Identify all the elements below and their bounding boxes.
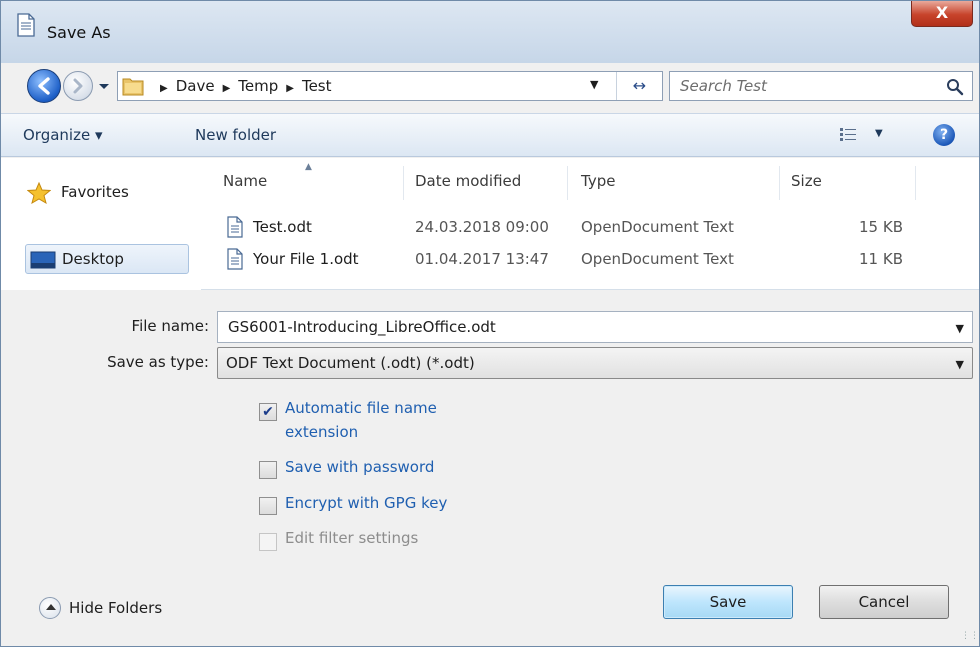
edit-filter-settings-label: Edit filter settings	[285, 529, 419, 547]
breadcrumb-item[interactable]: Test	[302, 77, 332, 95]
search-input[interactable]: Search Test	[680, 77, 767, 95]
document-icon	[227, 248, 243, 270]
hide-folders-label: Hide Folders	[69, 599, 163, 617]
folder-icon	[122, 78, 144, 96]
breadcrumb-separator-icon[interactable]: ▶	[160, 83, 168, 94]
file-date: 01.04.2017 13:47	[415, 250, 549, 268]
edit-filter-settings-checkbox	[259, 533, 277, 551]
resize-grip-icon[interactable]: ⋮⋮	[961, 631, 979, 641]
breadcrumb: ▶ Dave ▶ Temp ▶ Test	[152, 77, 332, 95]
column-header-date[interactable]: Date modified	[415, 172, 521, 190]
breadcrumb-item[interactable]: Dave	[176, 77, 215, 95]
save-with-password-checkbox[interactable]	[259, 461, 277, 479]
address-bar[interactable]: ▶ Dave ▶ Temp ▶ Test ▼ ↔	[117, 71, 663, 101]
nav-item-favorites[interactable]: Favorites	[25, 178, 189, 208]
refresh-icon: ↔	[632, 76, 647, 95]
chevron-down-icon[interactable]: ▼	[956, 322, 964, 335]
organize-button[interactable]: Organize ▾	[23, 126, 103, 144]
cancel-button[interactable]: Cancel	[819, 585, 949, 619]
encrypt-gpg-checkbox[interactable]	[259, 497, 277, 515]
table-row[interactable]: Test.odt 24.03.2018 09:00 OpenDocument T…	[201, 214, 979, 242]
file-type: OpenDocument Text	[581, 250, 734, 268]
nav-item-desktop[interactable]: Desktop	[25, 244, 189, 274]
sort-ascending-icon: ▲	[305, 162, 312, 172]
auto-extension-checkbox[interactable]: ✔	[259, 403, 277, 421]
star-icon	[27, 182, 51, 204]
file-type: OpenDocument Text	[581, 218, 734, 236]
view-options-chevron-icon[interactable]: ▼	[875, 128, 883, 139]
nav-item-label: Desktop	[62, 250, 124, 268]
help-icon[interactable]: ?	[933, 124, 955, 146]
address-dropdown-icon[interactable]: ▼	[590, 78, 598, 91]
auto-extension-label-continued[interactable]: extension	[285, 423, 358, 441]
breadcrumb-item[interactable]: Temp	[238, 77, 278, 95]
document-icon	[17, 13, 35, 37]
file-name-value[interactable]: GS6001-Introducing_LibreOffice.odt	[228, 318, 496, 336]
command-bar: Organize ▾ New folder ▼ ?	[1, 113, 979, 157]
title-bar: Save As X	[1, 1, 979, 63]
file-size: 15 KB	[859, 218, 903, 236]
forward-button[interactable]	[63, 71, 93, 101]
file-name: Test.odt	[253, 218, 312, 236]
window-title: Save As	[47, 23, 111, 42]
back-button[interactable]	[27, 69, 61, 103]
nav-item-label: Favorites	[61, 183, 129, 201]
chevron-down-icon[interactable]: ▼	[956, 358, 964, 371]
save-type-select[interactable]: ODF Text Document (.odt) (*.odt) ▼	[217, 347, 973, 379]
save-button[interactable]: Save	[663, 585, 793, 619]
file-name-label: File name:	[131, 317, 209, 335]
desktop-icon	[30, 251, 56, 269]
file-name: Your File 1.odt	[253, 250, 359, 268]
navigation-pane: Favorites Desktop	[1, 158, 201, 290]
file-date: 24.03.2018 09:00	[415, 218, 549, 236]
table-row[interactable]: Your File 1.odt 01.04.2017 13:47 OpenDoc…	[201, 246, 979, 274]
breadcrumb-separator-icon[interactable]: ▶	[223, 83, 231, 94]
back-arrow-icon	[38, 77, 50, 95]
file-name-field[interactable]: GS6001-Introducing_LibreOffice.odt ▼	[217, 311, 973, 343]
encrypt-gpg-label[interactable]: Encrypt with GPG key	[285, 494, 447, 512]
column-header-size[interactable]: Size	[791, 172, 822, 190]
close-button[interactable]: X	[911, 1, 973, 27]
close-icon: X	[935, 3, 949, 22]
column-header-name[interactable]: Name	[223, 172, 267, 190]
column-divider[interactable]	[403, 166, 404, 200]
file-list: ▲ Name Date modified Type Size Test.odt …	[201, 158, 979, 290]
auto-extension-label[interactable]: Automatic file name	[285, 399, 437, 417]
column-header-type[interactable]: Type	[581, 172, 615, 190]
chevron-up-icon	[39, 597, 61, 619]
refresh-button[interactable]: ↔	[616, 72, 662, 100]
recent-pages-chevron-icon[interactable]	[97, 75, 111, 97]
view-options-icon[interactable]	[839, 127, 857, 143]
save-type-value: ODF Text Document (.odt) (*.odt)	[226, 354, 475, 372]
forward-arrow-icon	[73, 78, 83, 94]
file-size: 11 KB	[859, 250, 903, 268]
save-with-password-label[interactable]: Save with password	[285, 458, 434, 476]
column-divider[interactable]	[779, 166, 780, 200]
save-options-panel: File name: GS6001-Introducing_LibreOffic…	[1, 291, 979, 646]
column-divider[interactable]	[567, 166, 568, 200]
new-folder-button[interactable]: New folder	[195, 126, 276, 144]
breadcrumb-separator-icon[interactable]: ▶	[286, 83, 294, 94]
browser-pane: Favorites Desktop ▲ Name Date modified T…	[1, 158, 979, 290]
search-box[interactable]: Search Test	[669, 71, 973, 101]
column-divider[interactable]	[915, 166, 916, 200]
save-type-label: Save as type:	[107, 353, 209, 371]
save-as-dialog: Save As X ▶ Dave ▶ Temp ▶ Test ▼ ↔ Search Tes…	[0, 0, 980, 647]
search-icon[interactable]	[946, 78, 964, 96]
document-icon	[227, 216, 243, 238]
